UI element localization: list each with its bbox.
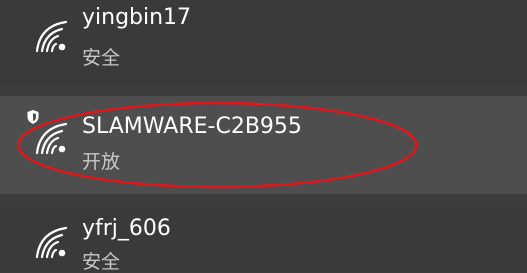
network-security-status: 开放 [82, 151, 121, 173]
network-item-yingbin17[interactable]: yingbin17 安全 [0, 0, 527, 86]
network-security-status: 安全 [82, 47, 121, 69]
network-ssid: yingbin17 [82, 5, 192, 30]
wifi-signal-icon [28, 18, 68, 58]
wifi-signal-icon [28, 224, 68, 264]
network-security-status: 安全 [82, 251, 121, 273]
wifi-signal-icon [28, 120, 68, 160]
network-item-slamware[interactable]: SLAMWARE-C2B955 开放 [0, 96, 527, 194]
network-item-yfrj_606[interactable]: yfrj_606 安全 [0, 204, 527, 273]
network-ssid: yfrj_606 [82, 216, 171, 241]
network-ssid: SLAMWARE-C2B955 [82, 114, 302, 139]
